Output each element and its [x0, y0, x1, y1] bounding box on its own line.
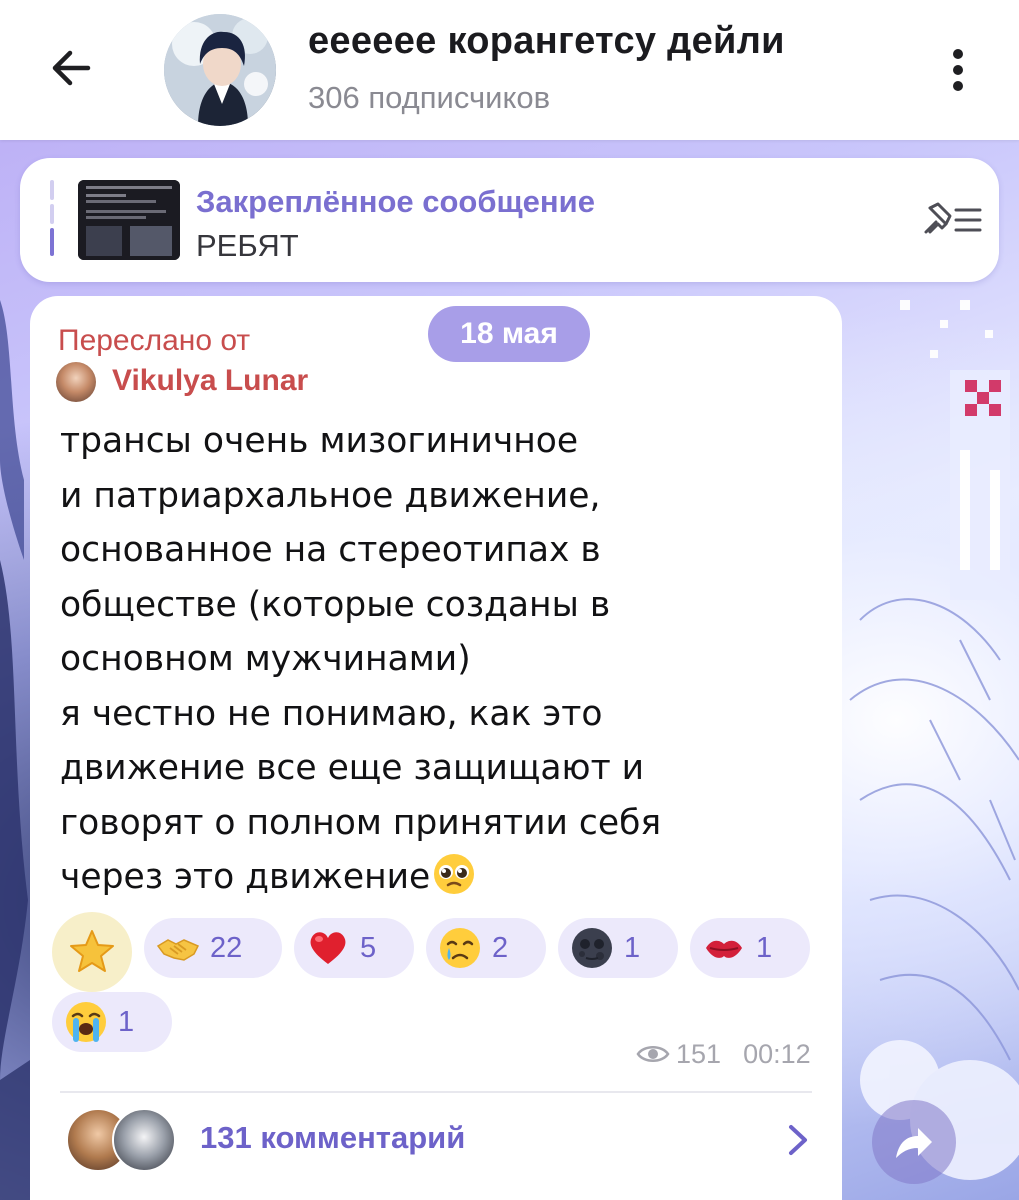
pinned-preview-text: РЕБЯТ — [196, 228, 299, 263]
forwarded-author-name[interactable]: Vikulya Lunar — [112, 364, 308, 398]
divider — [60, 1091, 812, 1093]
channel-avatar[interactable] — [164, 14, 276, 126]
pinned-thumbnail — [78, 180, 180, 260]
message-time: 00:12 — [743, 1038, 811, 1069]
reaction-count: 22 — [210, 931, 243, 964]
comments-open-button[interactable] — [786, 1122, 810, 1158]
message-text: трансы очень мизогиничное и патриархальн… — [60, 414, 820, 905]
arrow-left-icon — [52, 50, 91, 86]
reaction-count: 1 — [624, 931, 641, 964]
message-line: говорят о полном принятии себя — [60, 802, 662, 843]
reaction-crying[interactable]: 2 — [426, 918, 546, 978]
message-line: через это движение — [60, 857, 431, 897]
reaction-handshake[interactable]: 22 — [144, 918, 282, 978]
chat-header: ееееее корангетсу дейли 306 подписчиков — [0, 0, 1019, 140]
forwarded-label: Переслано от — [58, 324, 251, 357]
loudly-crying-face-emoji — [66, 1002, 106, 1042]
message-meta: 151 00:12 — [636, 1036, 811, 1072]
pin-list-icon — [924, 202, 982, 234]
reaction-count: 1 — [118, 1005, 135, 1038]
new-moon-face-emoji — [572, 928, 612, 968]
kebab-menu-icon — [953, 49, 963, 91]
channel-title[interactable]: ееееее корангетсу дейли — [308, 20, 785, 63]
message-line: я честно не понимаю, как это — [60, 693, 603, 734]
comments-link[interactable]: 131 комментарий — [200, 1120, 465, 1156]
avatar — [112, 1108, 176, 1172]
message-line: трансы очень мизогиничное — [60, 421, 579, 461]
red-heart-emoji — [310, 932, 346, 964]
share-button[interactable] — [872, 1100, 956, 1184]
reaction-kiss[interactable]: 1 — [690, 918, 810, 978]
message-line: основном мужчинами) — [60, 639, 471, 679]
message-bubble[interactable]: Переслано от Vikulya Lunar трансы очень … — [30, 296, 842, 1200]
crying-face-emoji — [440, 928, 480, 968]
handshake-emoji — [156, 939, 200, 961]
forwarded-author-avatar[interactable] — [56, 362, 96, 402]
reaction-count: 1 — [756, 931, 773, 964]
pinned-indicator — [50, 180, 56, 260]
date-separator: 18 мая — [428, 306, 590, 362]
kiss-mark-emoji — [706, 940, 742, 958]
message-line-last: через это движение — [60, 850, 820, 905]
reaction-moon[interactable]: 1 — [558, 918, 678, 978]
message-line: обществе (которые созданы в — [60, 584, 611, 625]
reaction-sob[interactable]: 1 — [52, 992, 172, 1052]
view-count: 151 — [676, 1038, 722, 1069]
star-icon — [70, 930, 114, 972]
reaction-star[interactable] — [52, 912, 132, 992]
message-line: и патриархальное движение, — [60, 475, 601, 516]
commenter-avatars[interactable] — [66, 1108, 178, 1172]
share-arrow-icon — [896, 1128, 932, 1158]
message-line: движение все еще защищают и — [60, 748, 645, 788]
pinned-list-button[interactable] — [916, 198, 986, 242]
pleading-face-emoji — [434, 854, 475, 894]
back-button[interactable] — [44, 40, 100, 96]
subscriber-count: 306 подписчиков — [308, 80, 551, 115]
eye-icon — [636, 1046, 670, 1062]
reaction-count: 2 — [492, 931, 509, 964]
message-line: основанное на стереотипах в — [60, 530, 601, 570]
reaction-heart[interactable]: 5 — [294, 918, 414, 978]
more-options-button[interactable] — [940, 42, 976, 98]
pinned-message-bar[interactable]: Закреплённое сообщение РЕБЯТ — [20, 158, 999, 282]
pinned-title: Закреплённое сообщение — [196, 184, 595, 219]
reaction-count: 5 — [360, 931, 377, 964]
chevron-right-icon — [789, 1125, 807, 1155]
